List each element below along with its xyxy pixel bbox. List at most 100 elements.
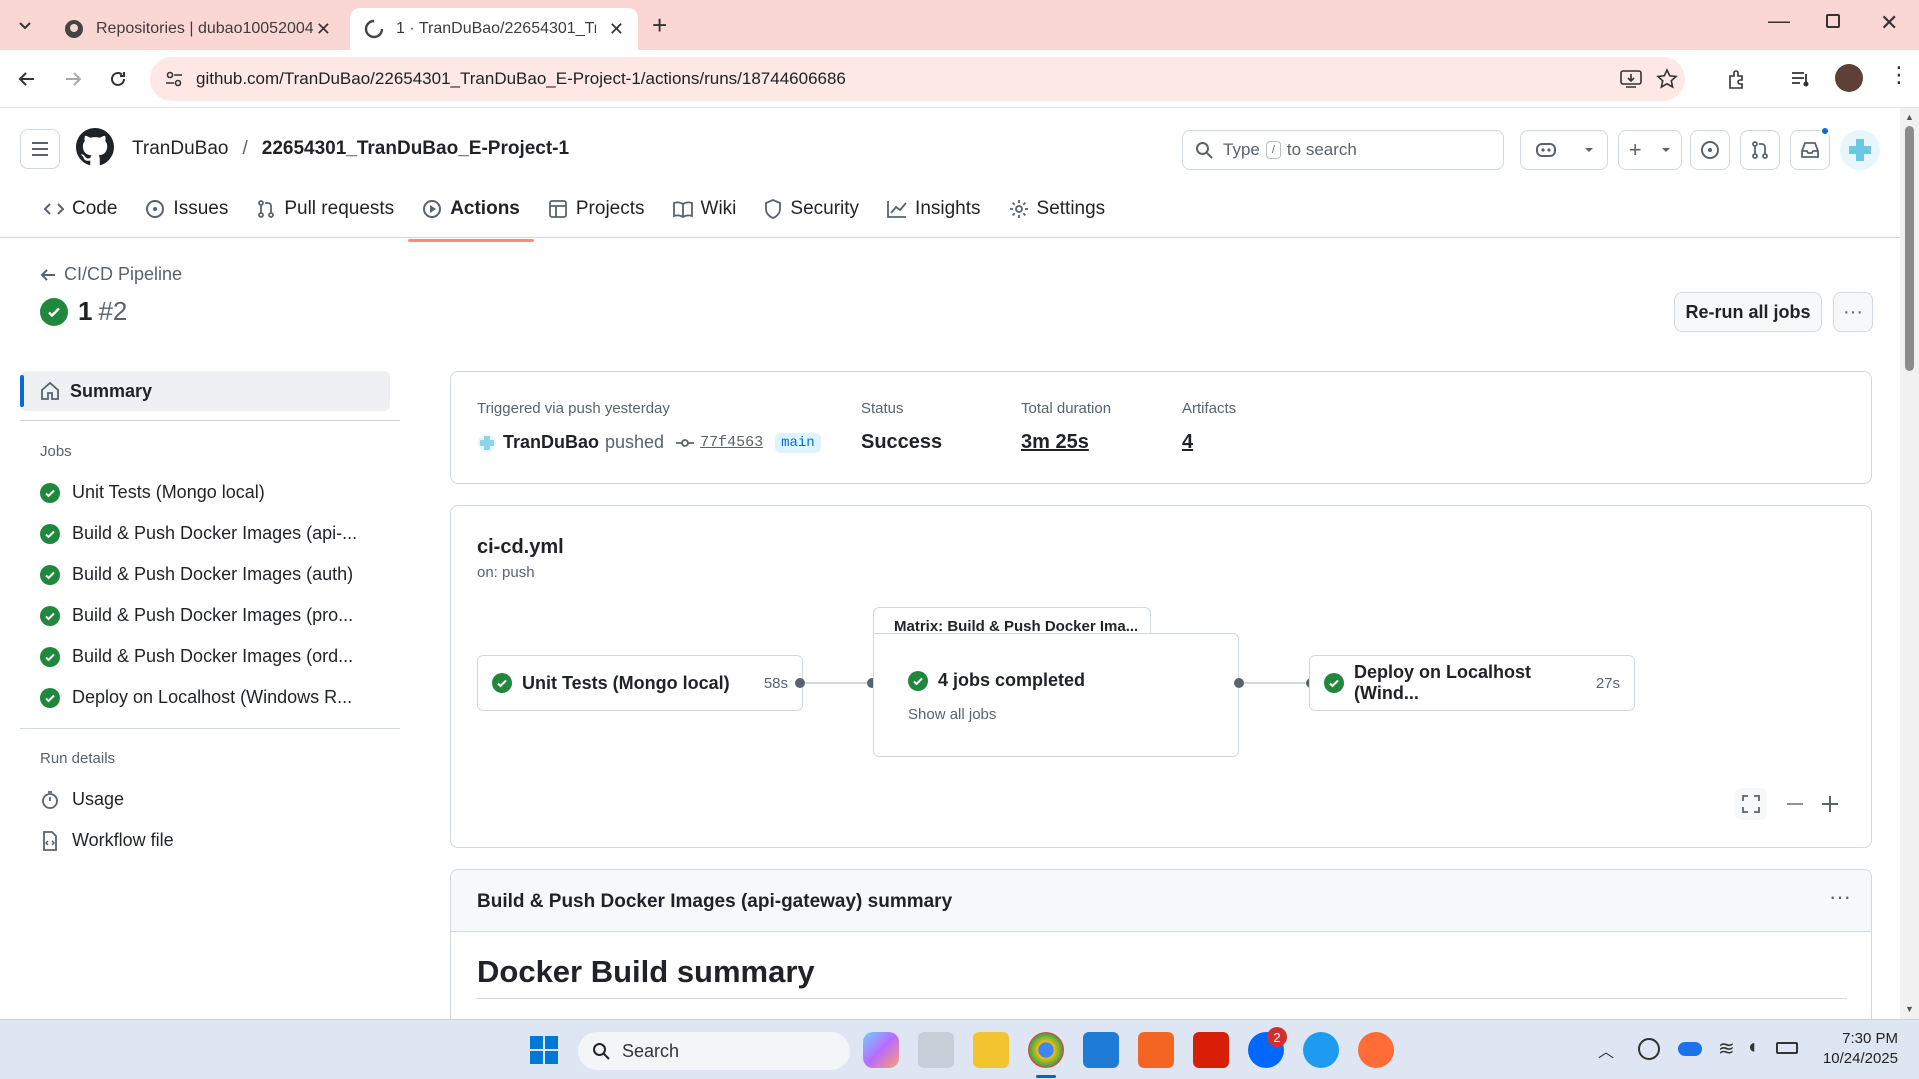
owner-link[interactable]: TranDuBao <box>132 138 228 160</box>
artifacts-count[interactable]: 4 <box>1182 431 1193 454</box>
commit-sha-link[interactable]: 77f4563 <box>700 434 763 451</box>
site-settings-icon[interactable] <box>164 69 184 89</box>
tab-code[interactable]: Code <box>30 190 131 228</box>
search-placeholder-prefix: Type <box>1223 140 1260 159</box>
browser-tab-repositories[interactable]: Repositories | dubao10052004 ✕ <box>50 8 345 50</box>
wps-app-icon[interactable] <box>1193 1032 1229 1068</box>
bookmark-star-icon[interactable] <box>1656 68 1678 90</box>
actor-name[interactable]: TranDuBao <box>503 432 599 453</box>
browser-menu-icon[interactable]: ⋮ <box>1888 64 1910 86</box>
install-app-icon[interactable] <box>1620 69 1642 89</box>
run-details-heading: Run details <box>40 750 116 767</box>
page-scrollbar[interactable]: ▲ ▼ <box>1900 108 1919 1019</box>
rerun-all-jobs-button[interactable]: Re-run all jobs <box>1674 292 1822 332</box>
address-bar[interactable]: github.com/TranDuBao/22654301_TranDuBao_… <box>150 57 1685 101</box>
tab-settings[interactable]: Settings <box>995 190 1120 228</box>
window-close-icon[interactable]: ✕ <box>1880 10 1898 36</box>
vscode-app-icon[interactable] <box>1083 1032 1119 1068</box>
graph-job-deploy[interactable]: Deploy on Localhost (Wind... 27s <box>1309 655 1635 711</box>
taskbar-search[interactable]: Search <box>578 1032 850 1070</box>
forward-icon[interactable] <box>58 64 88 94</box>
sidebar-item-summary[interactable]: Summary <box>20 371 390 411</box>
active-app-indicator <box>1036 1075 1056 1078</box>
back-icon[interactable] <box>12 64 42 94</box>
copilot-app-icon[interactable] <box>863 1032 899 1068</box>
matrix-group[interactable]: 4 jobs completed Show all jobs <box>873 633 1239 757</box>
summary-kebab-menu-icon[interactable]: ··· <box>1829 884 1851 910</box>
start-button[interactable] <box>530 1036 558 1064</box>
close-icon[interactable]: ✕ <box>316 19 331 40</box>
job-label: Build & Push Docker Images (pro... <box>72 605 354 625</box>
sidebar-job-item[interactable]: Build & Push Docker Images (pro... <box>20 595 400 636</box>
search-placeholder-suffix: to search <box>1286 140 1357 159</box>
show-all-jobs-link[interactable]: Show all jobs <box>908 706 996 723</box>
wifi-icon[interactable]: ≋ <box>1718 1036 1735 1061</box>
user-avatar[interactable] <box>1840 130 1880 170</box>
sidebar-job-item[interactable]: Build & Push Docker Images (api-... <box>20 513 400 554</box>
battery-icon[interactable] <box>1776 1042 1798 1054</box>
url-text: github.com/TranDuBao/22654301_TranDuBao_… <box>196 69 846 88</box>
job-label: Deploy on Localhost (Windows R... <box>72 687 353 707</box>
browser-tab-run[interactable]: 1 · TranDuBao/22654301_TranDuBao_E-Proje… <box>350 8 638 50</box>
reload-icon[interactable] <box>103 64 133 94</box>
github-logo[interactable] <box>76 128 114 166</box>
postman-app-icon[interactable] <box>1358 1032 1394 1068</box>
close-icon[interactable]: ✕ <box>609 19 624 40</box>
fullscreen-button[interactable] <box>1735 788 1767 820</box>
sync-icon[interactable] <box>1638 1038 1660 1060</box>
new-tab-icon[interactable]: + <box>652 12 667 38</box>
sidebar-job-item[interactable]: Unit Tests (Mongo local) <box>20 472 400 513</box>
clock[interactable]: 7:30 PM 10/24/2025 <box>1808 1029 1898 1069</box>
onedrive-icon[interactable] <box>1678 1042 1702 1056</box>
tab-wiki[interactable]: Wiki <box>659 190 751 228</box>
sidebar-job-item[interactable]: Build & Push Docker Images (auth) <box>20 554 400 595</box>
taskbar-search-label: Search <box>622 1040 680 1061</box>
widgets-app-icon[interactable] <box>918 1032 954 1068</box>
chrome-app-icon[interactable] <box>1028 1032 1064 1068</box>
show-hidden-icons-icon[interactable]: ︿ <box>1598 1038 1614 1062</box>
success-check-icon <box>40 523 60 544</box>
profile-avatar[interactable] <box>1835 64 1863 92</box>
duration-value[interactable]: 3m 25s <box>1021 431 1089 454</box>
hamburger-menu-button[interactable] <box>20 129 60 169</box>
actor-avatar-icon[interactable] <box>477 433 497 453</box>
sidebar-item-usage[interactable]: Usage <box>20 779 400 820</box>
copilot-button[interactable] <box>1520 130 1608 170</box>
branch-badge[interactable]: main <box>775 432 821 453</box>
tab-security[interactable]: Security <box>750 190 873 228</box>
restore-icon[interactable] <box>1826 14 1840 28</box>
tab-issues[interactable]: Issues <box>131 190 242 228</box>
search-input[interactable]: Type / to search <box>1182 130 1504 170</box>
zoom-out-button[interactable] <box>1779 788 1811 820</box>
pull-requests-button[interactable] <box>1740 130 1780 170</box>
scroll-down-icon[interactable]: ▼ <box>1905 1004 1914 1014</box>
xampp-app-icon[interactable] <box>1138 1032 1174 1068</box>
scrollbar-thumb[interactable] <box>1905 126 1914 371</box>
tab-search-button[interactable] <box>12 12 38 38</box>
run-kebab-menu-icon[interactable]: ··· <box>1833 292 1873 332</box>
graph-job-unit-tests[interactable]: Unit Tests (Mongo local) 58s <box>477 655 803 711</box>
create-new-button[interactable]: + <box>1618 130 1682 170</box>
extensions-icon[interactable] <box>1726 68 1748 90</box>
sidebar-job-item[interactable]: Build & Push Docker Images (ord... <box>20 636 400 677</box>
sidebar-job-item[interactable]: Deploy on Localhost (Windows R... <box>20 677 400 718</box>
minimize-icon[interactable]: — <box>1768 8 1790 34</box>
docker-app-icon[interactable] <box>1303 1032 1339 1068</box>
inbox-button[interactable] <box>1790 130 1830 170</box>
volume-icon[interactable]: ◖ <box>1746 1036 1758 1059</box>
file-explorer-icon[interactable] <box>973 1032 1009 1068</box>
tab-pull-requests[interactable]: Pull requests <box>242 190 408 228</box>
run-title: 1 #2 <box>40 296 127 327</box>
issues-button[interactable] <box>1690 130 1730 170</box>
graph-icon <box>887 201 907 218</box>
tab-projects[interactable]: Projects <box>534 190 659 228</box>
tab-insights[interactable]: Insights <box>873 190 994 228</box>
tab-actions[interactable]: Actions <box>408 190 534 242</box>
scroll-up-icon[interactable]: ▲ <box>1905 112 1914 122</box>
workflow-name: CI/CD Pipeline <box>64 264 183 284</box>
repo-link[interactable]: 22654301_TranDuBao_E-Project-1 <box>262 138 569 160</box>
back-to-workflow-link[interactable]: CI/CD Pipeline <box>40 264 182 285</box>
sidebar-item-workflow-file[interactable]: Workflow file <box>20 820 400 861</box>
media-control-icon[interactable] <box>1790 68 1812 90</box>
zoom-in-button[interactable] <box>1814 788 1846 820</box>
